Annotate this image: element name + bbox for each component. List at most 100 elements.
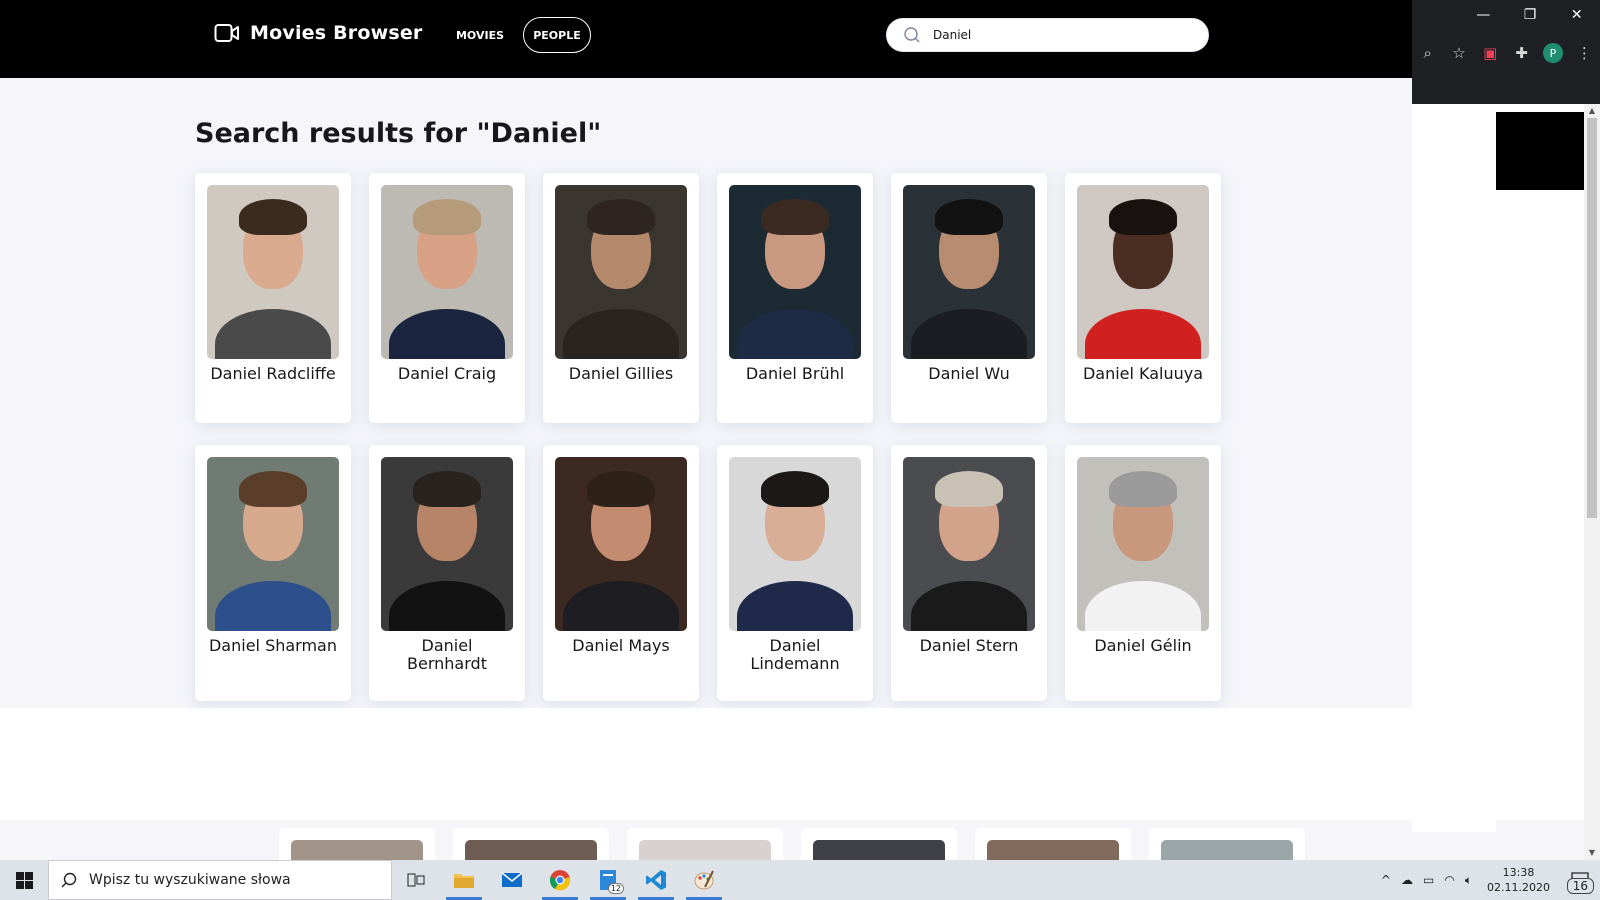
nav-people-link[interactable]: PEOPLE [523,17,591,53]
window-count-badge: 12 [607,883,624,894]
bookmark-star-icon[interactable]: ☆ [1443,44,1474,62]
photo-hair [239,471,307,507]
photo-hair [1109,199,1177,235]
zoom-icon[interactable]: ⌕ [1412,44,1443,62]
person-photo [903,457,1035,631]
person-card[interactable]: Daniel Radcliffe [195,173,351,423]
person-card[interactable]: Daniel Mays [543,445,699,701]
background-window-area [1412,112,1496,832]
volume-icon[interactable]: 🔈︎ [1460,873,1477,888]
person-photo [555,457,687,631]
search-icon [61,872,77,888]
person-name: Daniel Mays [572,636,670,655]
person-name: Daniel Brühl [745,364,845,383]
notification-count: 16 [1566,878,1594,894]
person-card[interactable]: Daniel Lindemann [717,445,873,701]
task-view-icon[interactable] [392,860,440,900]
person-photo [207,457,339,631]
page-scrollbar[interactable]: ▲ ▼ [1584,104,1600,860]
scroll-down-icon[interactable]: ▼ [1584,846,1600,860]
taskbar-search[interactable]: Wpisz tu wyszukiwane słowa [48,860,392,900]
person-name: Daniel Lindemann [750,636,840,673]
window-controls: — ❐ ✕ [1460,0,1600,30]
vscode-icon[interactable] [632,860,680,900]
chevron-up-icon[interactable]: ^ [1376,873,1396,887]
clock-date: 02.11.2020 [1487,881,1550,894]
pocket-icon[interactable]: ▣ [1475,44,1506,62]
person-card-partial[interactable] [801,828,957,860]
search-box[interactable] [886,18,1209,52]
person-card-partial[interactable] [279,828,435,860]
clock[interactable]: 13:38 02.11.2020 [1477,865,1560,895]
person-card[interactable]: Daniel Craig [369,173,525,423]
person-photo [729,457,861,631]
windows-logo-icon [15,871,33,889]
page-footer-area [84,708,1496,820]
photo-hair [587,471,655,507]
nav-movies-link[interactable]: MOVIES [452,17,508,53]
person-card-partial[interactable] [1149,828,1305,860]
person-name: Daniel Bernhardt [407,636,487,673]
system-tray: ^ ☁ ▭ ◠ 🔈︎ 13:38 02.11.2020 16 [1376,860,1600,900]
person-card[interactable]: Daniel Gillies [543,173,699,423]
background-window-block [1496,112,1584,190]
page-title: Search results for "Daniel" [195,118,602,149]
browser-toolbar: ⌕ ☆ ▣ ✚ P ⋮ [1412,38,1600,68]
onedrive-icon[interactable]: ☁ [1396,873,1418,887]
person-photo [1077,457,1209,631]
person-photo [903,185,1035,359]
person-card[interactable]: Daniel Brühl [717,173,873,423]
person-name: Daniel Craig [397,364,497,383]
file-explorer-icon[interactable] [440,860,488,900]
scroll-up-icon[interactable]: ▲ [1584,104,1600,118]
document-app-icon[interactable]: 12 [584,860,632,900]
chrome-icon[interactable] [536,860,584,900]
next-results-row [0,820,1584,860]
person-card-partial[interactable] [627,828,783,860]
profile-avatar[interactable]: P [1543,43,1563,63]
person-card-partial[interactable] [453,828,609,860]
search-icon [904,27,920,43]
mail-icon[interactable] [488,860,536,900]
person-card[interactable]: Daniel Kaluuya [1065,173,1221,423]
photo-hair [587,199,655,235]
logo[interactable]: Movies Browser [214,22,423,44]
close-icon[interactable]: ✕ [1553,0,1600,30]
notifications-button[interactable]: 16 [1560,872,1600,894]
top-navigation: Movies Browser MOVIES PEOPLE [0,0,1412,78]
person-name: Daniel Stern [919,636,1019,655]
windows-start-button[interactable] [0,860,48,900]
person-card[interactable]: Daniel Bernhardt [369,445,525,701]
restore-icon[interactable]: ❐ [1507,0,1554,30]
photo-hair [935,471,1003,507]
battery-icon[interactable]: ▭ [1418,873,1439,887]
minimize-icon[interactable]: — [1460,0,1507,30]
person-photo [1077,185,1209,359]
person-name: Daniel Wu [928,364,1010,383]
person-card[interactable]: Daniel Stern [891,445,1047,701]
taskbar-search-placeholder: Wpisz tu wyszukiwane słowa [89,872,291,888]
person-name: Daniel Sharman [208,636,337,655]
person-card[interactable]: Daniel Sharman [195,445,351,701]
movies-browser-app: Movies Browser MOVIES PEOPLE Search resu… [0,0,1412,708]
background-window-area-lower [1496,190,1584,820]
photo-hair [413,471,481,507]
person-photo [639,840,771,860]
person-card-partial[interactable] [975,828,1131,860]
app-title: Movies Browser [250,22,423,44]
person-card[interactable]: Daniel Gélin [1065,445,1221,701]
person-name: Daniel Radcliffe [210,364,336,383]
paint-icon[interactable] [680,860,728,900]
scroll-thumb[interactable] [1587,118,1597,518]
extensions-icon[interactable]: ✚ [1506,44,1537,62]
person-card[interactable]: Daniel Wu [891,173,1047,423]
video-camera-icon [214,24,239,42]
wifi-icon[interactable]: ◠ [1439,873,1459,887]
person-name: Daniel Gélin [1094,636,1192,655]
search-input[interactable] [933,28,1183,42]
menu-icon[interactable]: ⋮ [1569,44,1600,62]
photo-hair [935,199,1003,235]
person-photo [813,840,945,860]
person-photo [1161,840,1293,860]
person-photo [381,185,513,359]
